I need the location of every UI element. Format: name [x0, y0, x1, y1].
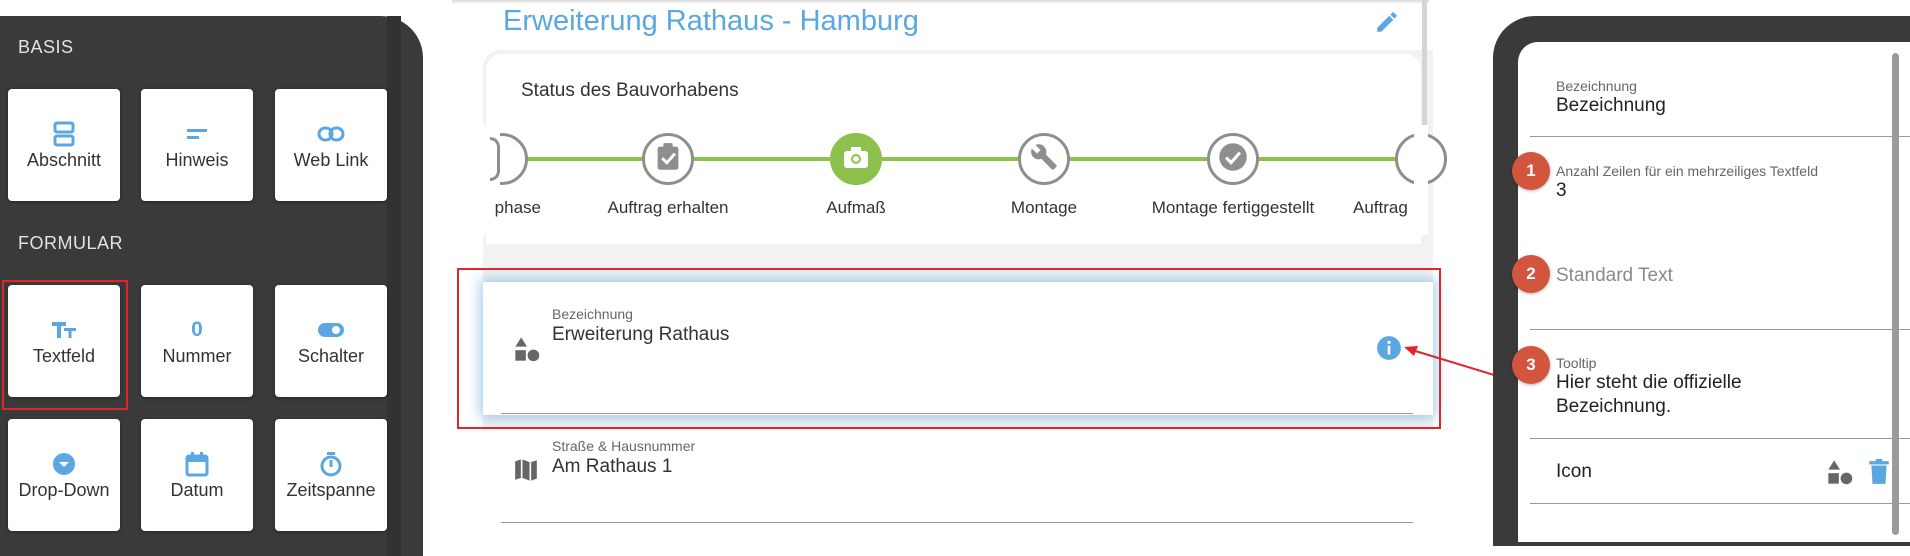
map-icon	[513, 457, 539, 488]
palette-item-schalter[interactable]: Schalter	[275, 285, 387, 397]
palette-item-label: Datum	[170, 480, 224, 500]
prop-value-bezeichnung[interactable]: Bezeichnung	[1556, 95, 1666, 117]
palette-item-web-link[interactable]: Web Link	[275, 89, 387, 201]
field-label: Straße & Hausnummer	[552, 438, 696, 454]
step-label: Montage	[1010, 198, 1078, 217]
check-circle-icon	[1218, 142, 1248, 177]
palette-item-label: Schalter	[297, 346, 365, 366]
prop-label-icon: Icon	[1556, 461, 1592, 482]
palette-item-label: Zeitspanne	[286, 480, 376, 500]
annotation-badge: 1	[1512, 152, 1550, 190]
properties-scrollbar[interactable]	[1892, 53, 1899, 535]
field-underline	[501, 522, 1413, 523]
step-aufmass[interactable]	[830, 133, 882, 185]
status-title: Status des Bauvorhabens	[521, 80, 739, 101]
dropdown-icon	[8, 449, 120, 479]
selected-palette-item-highlight	[2, 280, 128, 410]
toggle-icon	[275, 315, 387, 345]
palette-scrollbar[interactable]	[387, 16, 401, 556]
palette-item-drop-down[interactable]: Drop-Down	[8, 419, 120, 531]
palette-item-datum[interactable]: Datum	[141, 419, 253, 531]
annotation-badge: 2	[1512, 255, 1550, 293]
palette-item-zeitspanne[interactable]: Zeitspanne	[275, 419, 387, 531]
section-icon	[8, 119, 120, 149]
step-montage[interactable]	[1018, 133, 1070, 185]
prop-underline	[1530, 136, 1910, 137]
partial-step-left-icon	[490, 137, 500, 181]
shapes-icon[interactable]	[1826, 458, 1854, 491]
palette-item-label: Hinweis	[165, 150, 229, 170]
step-label: Montage fertiggestellt	[1151, 198, 1315, 217]
prop-label: Anzahl Zeilen für ein mehrzeiliges Textf…	[1556, 163, 1818, 179]
step-clip-right	[1414, 125, 1428, 235]
prop-value-tooltip-line1[interactable]: Hier steht die offizielle	[1556, 372, 1742, 394]
step-label: Auftrag erhalten	[607, 198, 729, 217]
step-montage-fertiggestellt[interactable]	[1207, 133, 1259, 185]
palette-item-label: Abschnitt	[26, 150, 102, 170]
calendar-icon	[141, 449, 253, 479]
edit-icon[interactable]	[1374, 9, 1400, 40]
prop-input-standard-text[interactable]: Standard Text	[1556, 265, 1673, 287]
palette-item-label: Web Link	[293, 150, 369, 170]
step-auftrag-erhalten[interactable]	[642, 133, 694, 185]
palette-item-nummer[interactable]: 0 Nummer	[141, 285, 253, 397]
field-value[interactable]: Am Rathaus 1	[552, 456, 672, 478]
note-icon	[141, 119, 253, 149]
palette-item-label: Drop-Down	[18, 480, 110, 500]
palette-item-label: Nummer	[162, 346, 232, 366]
step-label: Aufmaß	[826, 198, 886, 217]
prop-underline	[1530, 438, 1910, 439]
trash-icon[interactable]	[1868, 459, 1890, 490]
section-title-basis: BASIS	[18, 37, 74, 57]
form-field-strasse[interactable]: Straße & Hausnummer Am Rathaus 1	[483, 430, 1433, 540]
link-icon	[275, 119, 387, 149]
prop-value-anzahl-zeilen[interactable]: 3	[1556, 180, 1567, 202]
annotation-badge: 3	[1512, 346, 1550, 384]
palette-item-abschnitt[interactable]: Abschnitt	[8, 89, 120, 201]
camera-icon	[842, 145, 870, 174]
step-label: Auftrag	[1353, 198, 1408, 217]
number-icon: 0	[191, 318, 203, 341]
step-label: phase	[494, 198, 541, 217]
prop-value-tooltip-line2[interactable]: Bezeichnung.	[1556, 396, 1671, 418]
status-progress-line	[500, 157, 1415, 161]
prop-underline	[1530, 503, 1910, 504]
stopwatch-icon	[275, 449, 387, 479]
prop-underline	[1530, 329, 1910, 330]
prop-label: Tooltip	[1556, 355, 1597, 371]
highlight-box	[457, 268, 1441, 429]
project-title: Erweiterung Rathaus - Hamburg	[503, 5, 919, 37]
clipboard-check-icon	[654, 142, 682, 177]
top-shadow	[452, 0, 1429, 4]
wrench-icon	[1030, 143, 1058, 176]
palette-item-hinweis[interactable]: Hinweis	[141, 89, 253, 201]
section-title-formular: FORMULAR	[18, 233, 124, 253]
prop-label: Bezeichnung	[1556, 78, 1637, 94]
